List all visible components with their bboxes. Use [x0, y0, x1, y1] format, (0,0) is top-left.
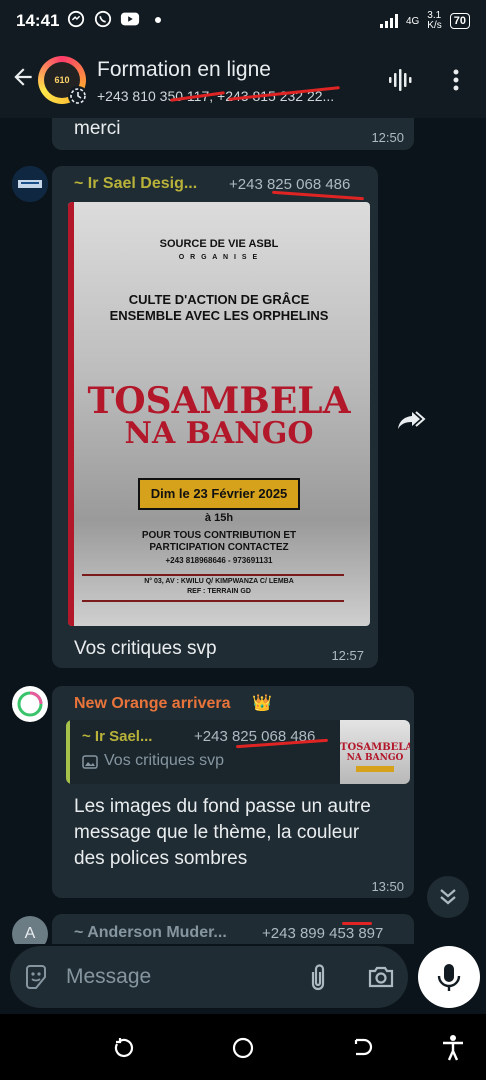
status-right: 4G 3.1 K/s 70 [379, 11, 470, 31]
chat-area[interactable]: merci 12:50 ~ Ir Sael Desig... +243 825 … [0, 118, 486, 944]
scroll-down-button[interactable] [427, 876, 469, 918]
chat-title[interactable]: Formation en ligne [97, 58, 271, 82]
message-bubble[interactable]: New Orange arrivera 👑 ~ Ir Sael... +243 … [52, 686, 414, 898]
messenger-icon [66, 10, 86, 30]
status-time: 14:41 [16, 11, 60, 30]
quoted-thumbnail: TOSAMBELA NA BANGO [340, 720, 410, 784]
poster-contact-1: POUR TOUS CONTRIBUTION ET [141, 530, 297, 541]
redaction-mark [342, 922, 372, 925]
quoted-message[interactable]: ~ Ir Sael... +243 825 068 486 Vos critiq… [66, 720, 410, 784]
message-sender[interactable]: ~ Anderson Muder... [74, 924, 227, 942]
signal-icon [379, 14, 398, 28]
back-arrow-icon[interactable] [10, 64, 36, 90]
poster-event: CULTE D'ACTION DE GRÂCE ENSEMBLE AVEC LE… [109, 292, 329, 323]
poster-contact-3: +243 818968646 - 973691131 [165, 556, 273, 565]
poster-hour: à 15h [204, 512, 234, 524]
battery-level: 70 [449, 13, 470, 29]
crown-emoji: 👑 [252, 695, 272, 712]
message-sender[interactable]: ~ Ir Sael Desig... [74, 175, 197, 193]
message-time: 12:57 [331, 648, 364, 663]
net-speed-unit: K/s [427, 20, 442, 31]
sender-phone: +243 825 068 486 [229, 176, 351, 193]
quoted-sender: ~ Ir Sael... [82, 728, 153, 745]
poster-date-box: Dim le 23 Février 2025 [138, 478, 300, 510]
poster-address-2: REF : TERRAIN GD [187, 588, 251, 595]
status-bar: 14:41 4G 3.1 K/s 70 [0, 0, 486, 42]
message-time: 13:50 [371, 879, 404, 894]
message-input[interactable]: Message [66, 965, 151, 989]
sender-avatar[interactable] [12, 686, 48, 722]
network-type: 4G [405, 15, 420, 27]
poster-image[interactable]: SOURCE DE VIE ASBL O R G A N I S E CULTE… [68, 202, 370, 626]
message-bubble[interactable]: ~ Ir Sael Desig... +243 825 068 486 SOUR… [52, 166, 378, 668]
message-text: merci [74, 118, 121, 139]
thumb-title-2: NA BANGO [346, 753, 404, 763]
message-sender[interactable]: New Orange arrivera [74, 695, 231, 713]
sticker-icon[interactable] [22, 963, 50, 991]
message-bubble[interactable]: ~ Anderson Muder... +243 899 453 897 [52, 914, 414, 944]
poster-contact-2: PARTICIPATION CONTACTEZ [149, 542, 289, 553]
attach-icon[interactable] [306, 962, 330, 992]
accessibility-icon[interactable] [440, 1034, 466, 1062]
more-options-icon[interactable] [442, 66, 470, 94]
message-caption: Vos critiques svp [74, 638, 217, 659]
message-time: 12:50 [371, 130, 404, 145]
quoted-text: Vos critiques svp [104, 752, 225, 769]
message-bubble[interactable]: merci 12:50 [52, 118, 414, 150]
poster-org: SOURCE DE VIE ASBL [159, 238, 279, 250]
system-nav-bar [0, 1014, 486, 1080]
sender-phone: +243 899 453 897 [262, 925, 384, 942]
chat-header: 610 Formation en ligne +243 810 350 117,… [0, 42, 486, 118]
back-nav-icon[interactable] [350, 1036, 374, 1060]
whatsapp-icon [93, 10, 113, 30]
forward-icon[interactable] [394, 404, 426, 436]
home-icon[interactable] [231, 1036, 255, 1060]
voice-message-button[interactable] [418, 946, 480, 1008]
disappearing-timer-icon [68, 86, 88, 106]
recent-apps-icon[interactable] [112, 1036, 136, 1060]
camera-icon[interactable] [366, 964, 396, 990]
youtube-icon [120, 10, 140, 30]
poster-title-2: NA BANGO [124, 416, 314, 451]
microphone-icon [437, 964, 461, 991]
poster-address-1: N° 03, AV : KWILU Q/ KIMPWANZA C/ LEMBA [144, 578, 294, 585]
message-input-bar[interactable]: Message [10, 946, 408, 1008]
notification-dot-icon [148, 10, 168, 30]
thumb-title-1: TOSAMBELA [340, 742, 410, 753]
sender-avatar[interactable] [12, 166, 48, 202]
sender-avatar[interactable]: A [12, 916, 48, 944]
image-icon [82, 754, 100, 772]
poster-date: Dim le 23 Février 2025 [150, 486, 288, 501]
voice-chat-icon[interactable] [386, 66, 414, 94]
poster-organise: O R G A N I S E [178, 254, 260, 261]
message-text: Les images du fond passe un autre messag… [74, 796, 371, 869]
